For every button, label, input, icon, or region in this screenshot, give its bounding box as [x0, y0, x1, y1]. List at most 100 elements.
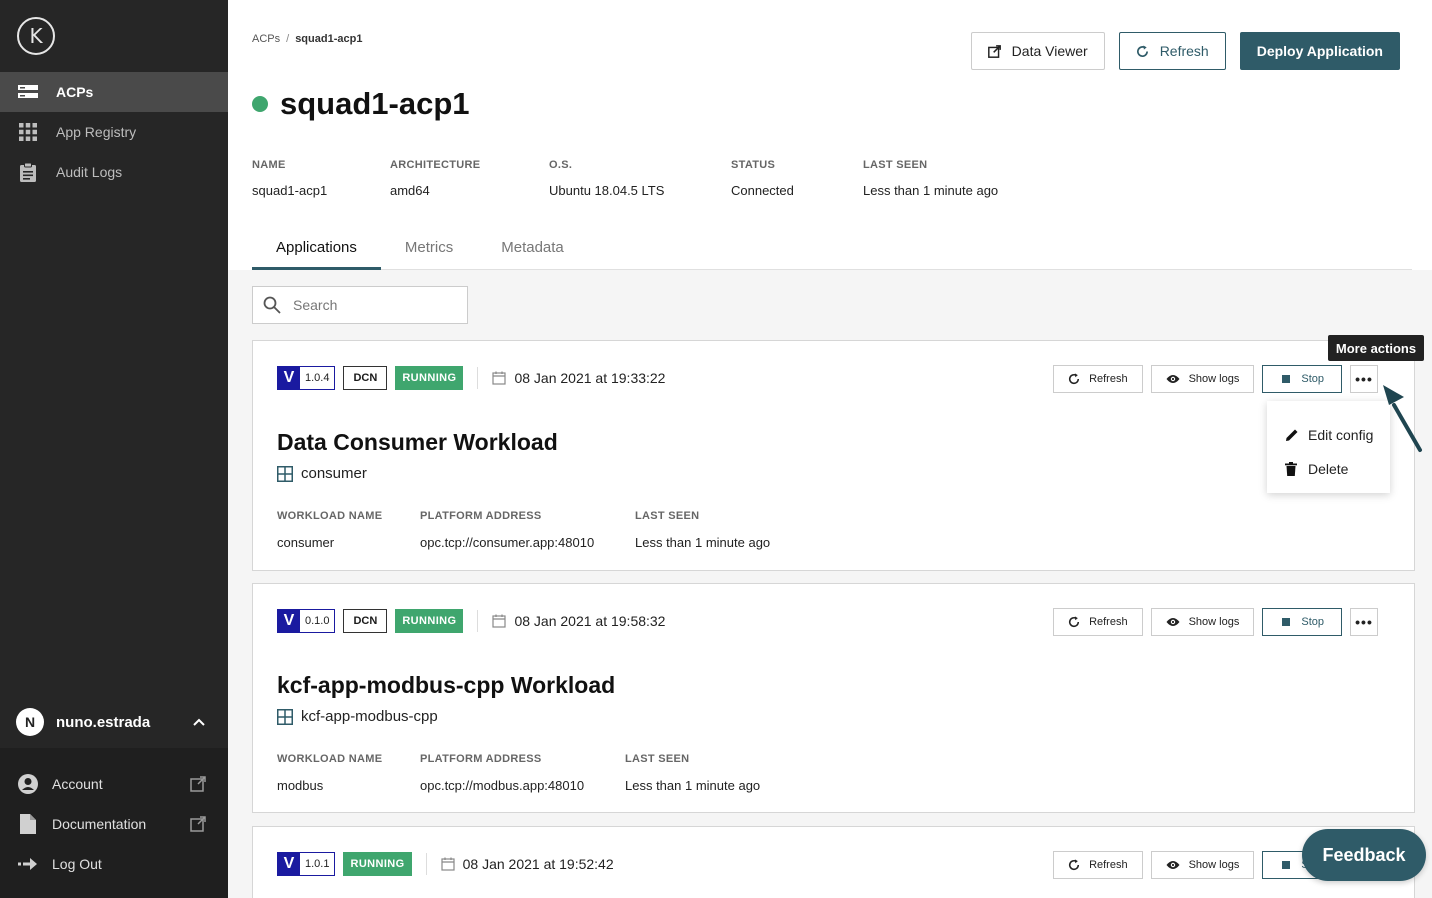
calendar-icon [492, 614, 507, 628]
chevron-up-icon[interactable] [192, 715, 206, 729]
breadcrumb-current: squad1-acp1 [295, 33, 363, 45]
sidebar-item-acps[interactable]: ACPs [0, 72, 228, 112]
status-badge: RUNNING [395, 609, 464, 633]
sidebar-item-label: App Registry [56, 124, 137, 140]
show-logs-button[interactable]: Show logs [1150, 851, 1255, 879]
app-grid-icon [277, 708, 293, 725]
search-icon [263, 296, 281, 314]
workload-details: WORKLOAD NAME consumer PLATFORM ADDRESS … [277, 510, 770, 550]
workload-title: kcf-app-modbus-cpp Workload [277, 672, 616, 698]
detail-name: NAME squad1-acp1 [252, 159, 328, 198]
status-badge: RUNNING [343, 852, 412, 876]
workload-card: V 1.0.1 RUNNING 08 Jan 2021 at 19:52:42 … [252, 826, 1415, 898]
header-actions: Data Viewer Refresh Deploy Application [970, 32, 1400, 70]
sidebar-item-label: Audit Logs [56, 164, 123, 180]
acp-details: NAME squad1-acp1 ARCHITECTURE amd64 O.S.… [252, 159, 998, 198]
account-icon [18, 774, 38, 794]
more-actions-button[interactable]: ••• [1350, 608, 1378, 636]
documentation-link[interactable]: Documentation [0, 804, 228, 844]
workload-name: WORKLOAD NAME consumer [277, 510, 383, 550]
version-badge: V 0.1.0 [277, 609, 336, 633]
eye-icon [1166, 616, 1180, 628]
sidebar-nav: ACPs App Registry Audit Logs [0, 72, 228, 192]
document-icon [18, 814, 38, 834]
tab-metrics[interactable]: Metrics [381, 239, 477, 270]
deploy-date: 08 Jan 2021 at 19:33:22 [514, 370, 666, 386]
status-indicator [252, 96, 268, 112]
data-viewer-button[interactable]: Data Viewer [970, 32, 1105, 70]
menu-item-delete[interactable]: Delete [1267, 452, 1390, 486]
workload-refresh-button[interactable]: Refresh [1053, 365, 1143, 393]
divider [425, 853, 427, 875]
divider [477, 610, 479, 632]
sidebar-footer: Account Documentation Log Out [0, 748, 228, 898]
calendar-icon [441, 857, 455, 871]
workload-actions: Refresh Show logs Stop ••• [1053, 365, 1378, 393]
user-menu[interactable]: N nuno.estrada [0, 702, 228, 742]
refresh-icon [1136, 44, 1150, 58]
more-actions-tooltip: More actions [1328, 335, 1424, 361]
tab-metadata[interactable]: Metadata [477, 239, 588, 270]
eye-icon [1166, 859, 1180, 871]
deploy-date: 08 Jan 2021 at 19:58:32 [514, 613, 666, 629]
tab-applications[interactable]: Applications [252, 239, 381, 270]
workload-card: V 0.1.0 DCN RUNNING 08 Jan 2021 at 19:58… [252, 583, 1415, 813]
sidebar: K ACPs App Registry Audit Logs N nuno.es… [0, 0, 228, 898]
stop-button[interactable]: Stop [1262, 608, 1342, 636]
applications-panel: V 1.0.4 DCN RUNNING 08 Jan 2021 at 19:33… [228, 270, 1432, 898]
platform-address: PLATFORM ADDRESS opc.tcp://consumer.app:… [420, 510, 595, 550]
external-link-icon [190, 776, 206, 792]
workload-refresh-button[interactable]: Refresh [1053, 851, 1143, 879]
workload-refresh-button[interactable]: Refresh [1053, 608, 1143, 636]
sidebar-item-audit-logs[interactable]: Audit Logs [0, 152, 228, 192]
refresh-icon [1068, 616, 1080, 628]
detail-architecture: ARCHITECTURE amd64 [390, 159, 481, 198]
logo[interactable]: K [17, 17, 55, 55]
search-input[interactable] [293, 297, 453, 313]
trash-icon [1285, 462, 1299, 476]
detail-os: O.S. Ubuntu 18.04.5 LTS [549, 159, 665, 198]
stop-button[interactable]: Stop [1262, 365, 1342, 393]
workload-last-seen: LAST SEEN Less than 1 minute ago [635, 510, 771, 550]
user-name: nuno.estrada [56, 713, 151, 731]
detail-last-seen: LAST SEEN Less than 1 minute ago [863, 159, 999, 198]
clipboard-icon [18, 162, 38, 182]
deploy-application-button[interactable]: Deploy Application [1239, 32, 1400, 70]
workload-actions: Refresh Show logs Stop ••• [1053, 608, 1378, 636]
eye-icon [1166, 373, 1180, 385]
calendar-icon [492, 371, 507, 385]
tag-badge: DCN [343, 609, 388, 633]
breadcrumb-root[interactable]: ACPs [252, 33, 280, 45]
stop-icon [1280, 616, 1292, 628]
workload-last-seen: LAST SEEN Less than 1 minute ago [625, 753, 761, 793]
workload-title: Data Consumer Workload [277, 429, 558, 455]
version-badge: V 1.0.4 [277, 366, 336, 390]
workload-card-header: V 0.1.0 DCN RUNNING 08 Jan 2021 at 19:58… [277, 609, 665, 633]
account-link[interactable]: Account [0, 764, 228, 804]
workload-card-header: V 1.0.4 DCN RUNNING 08 Jan 2021 at 19:33… [277, 366, 665, 390]
refresh-icon [1068, 859, 1080, 871]
workload-card-header: V 1.0.1 RUNNING 08 Jan 2021 at 19:52:42 [277, 852, 614, 876]
logout-link[interactable]: Log Out [0, 844, 228, 884]
grid-icon [18, 122, 38, 142]
sidebar-item-app-registry[interactable]: App Registry [0, 112, 228, 152]
server-icon [18, 82, 38, 102]
refresh-button[interactable]: Refresh [1118, 32, 1226, 70]
menu-item-edit-config[interactable]: Edit config [1267, 418, 1390, 452]
feedback-button[interactable]: Feedback [1302, 829, 1426, 881]
stop-icon [1280, 859, 1292, 871]
workload-app: consumer [277, 465, 367, 482]
show-logs-button[interactable]: Show logs [1150, 608, 1255, 636]
deploy-date: 08 Jan 2021 at 19:52:42 [462, 856, 614, 872]
workload-details: WORKLOAD NAME modbus PLATFORM ADDRESS op… [277, 753, 760, 793]
divider [477, 367, 479, 389]
external-link-icon [190, 816, 206, 832]
main-content: ACPs / squad1-acp1 Data Viewer Refresh Dep… [228, 0, 1432, 898]
pointer-arrow-icon [1383, 385, 1422, 452]
workload-card: V 1.0.4 DCN RUNNING 08 Jan 2021 at 19:33… [252, 340, 1415, 571]
app-grid-icon [277, 465, 293, 482]
logout-icon [18, 854, 38, 874]
more-actions-button[interactable]: ••• [1350, 365, 1378, 393]
show-logs-button[interactable]: Show logs [1150, 365, 1255, 393]
status-badge: RUNNING [395, 366, 464, 390]
